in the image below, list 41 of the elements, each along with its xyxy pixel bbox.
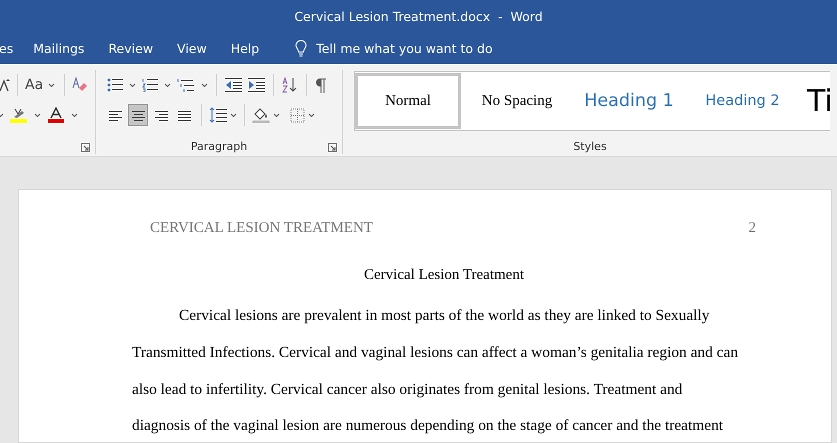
line-spacing-icon[interactable] [209,107,227,123]
ribbon-tab[interactable]: View [177,33,217,64]
style-option[interactable]: Normal [355,73,461,129]
dialog-launcher-icon[interactable] [328,143,337,152]
highlighter-icon[interactable] [10,107,28,123]
page-header: CERVICAL LESION TREATMENT [150,220,373,237]
caret-icon[interactable] [164,82,171,88]
document-title: Cervical Lesion Treatment [364,267,524,283]
group-label: Styles [573,140,607,153]
ribbon-tab[interactable]: Help [230,33,270,64]
borders-icon[interactable] [290,108,305,122]
caret-icon[interactable] [230,112,237,118]
caret-icon[interactable] [201,82,208,88]
clear-formatting-icon[interactable] [72,77,88,93]
ribbon-tab[interactable]: Review [108,33,164,64]
body-paragraph: Cervical lesions are prevalent in most parts of the world as they are linked to Sexually Transmitted Infections. Cervical and vaginal lesions can affect a woman’s genitalia region and can also lead to infertility. Cervical cancer also originates from genital lesions. Treatment and diagnosis of the vaginal lesion are numerous depending on the stage of cancer and the treatment [132,306,740,436]
caret-icon[interactable] [273,112,280,118]
caret-icon[interactable] [129,82,136,88]
page-number: 2 [748,220,756,237]
decrease-indent-icon[interactable] [225,78,242,92]
caret-icon[interactable] [48,82,56,88]
ribbon-tab[interactable]: Mailings [33,33,94,64]
caret-icon[interactable] [71,112,78,118]
bullets-icon[interactable] [107,78,123,92]
grow-font-icon[interactable] [0,78,10,92]
numbering-icon[interactable] [142,78,158,92]
pilcrow-icon[interactable] [315,78,327,92]
window-title: Cervical Lesion Treatment.docx - Word [294,9,543,24]
font-color-icon[interactable] [47,107,65,123]
caret-icon[interactable] [34,112,41,118]
group-label: Paragraph [190,140,248,153]
multilevel-list-icon[interactable] [177,78,195,92]
sort-icon[interactable] [282,77,298,93]
change-case-label[interactable]: Aa [25,77,44,93]
increase-indent-icon[interactable] [248,78,265,92]
caret-icon[interactable] [308,112,315,118]
lightbulb-icon[interactable] [295,40,308,57]
dialog-launcher-icon[interactable] [81,143,90,152]
tell-me-field[interactable]: Tell me what you want to do [316,41,516,56]
shading-icon[interactable] [252,107,270,123]
ribbon-tab[interactable]: es [0,33,14,64]
